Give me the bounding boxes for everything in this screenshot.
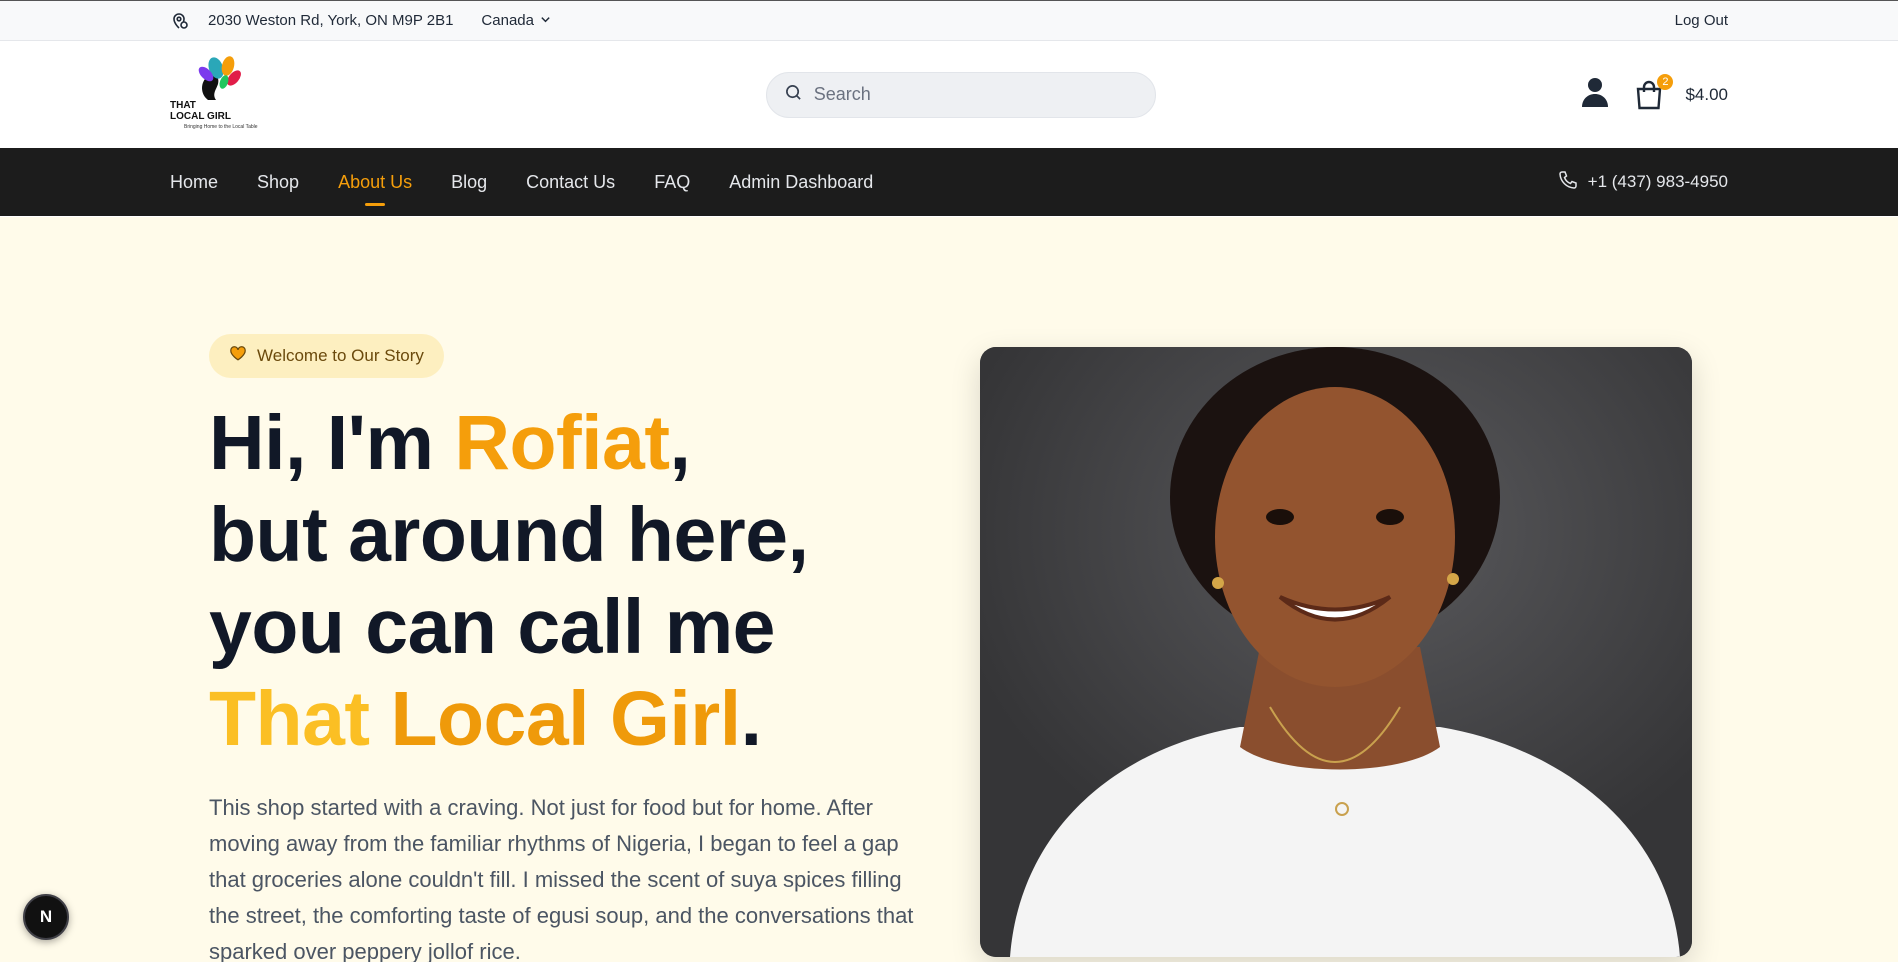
welcome-pill-label: Welcome to Our Story — [257, 346, 424, 365]
nav-home[interactable]: Home — [170, 172, 218, 193]
nav-faq[interactable]: FAQ — [654, 172, 690, 193]
founder-photo — [980, 347, 1692, 957]
phone-icon — [1558, 170, 1578, 195]
phone-link[interactable]: +1 (437) 983-4950 — [1558, 170, 1728, 195]
user-icon[interactable] — [1581, 77, 1609, 112]
country-selector[interactable]: Canada — [481, 12, 551, 29]
shopping-bag-icon — [1635, 80, 1663, 114]
logo-tagline: Bringing Home to the Local Table — [184, 123, 258, 130]
search-bar[interactable] — [765, 71, 1156, 118]
logout-link[interactable]: Log Out — [1675, 12, 1728, 29]
cart-button[interactable]: 2 — [1635, 73, 1674, 110]
cart-total[interactable]: $4.00 — [1685, 85, 1728, 105]
hero-headline: Hi, I'm Rofiat, but around here, you can… — [209, 400, 809, 762]
cart-count-badge: 2 — [1657, 73, 1674, 90]
welcome-pill: Welcome to Our Story — [209, 334, 444, 378]
store-address: 2030 Weston Rd, York, ON M9P 2B1 — [208, 12, 454, 29]
logo-text: THAT LOCAL GIRL — [170, 99, 231, 122]
chevron-down-icon — [540, 12, 551, 29]
headline-name: Rofiat — [454, 400, 670, 486]
nav-blog[interactable]: Blog — [451, 172, 487, 193]
page: 2030 Weston Rd, York, ON M9P 2B1 Canada … — [0, 0, 1898, 962]
headline-brand-that: That — [209, 676, 370, 762]
country-label: Canada — [481, 12, 534, 29]
main-nav: Home Shop About Us Blog Contact Us FAQ A… — [0, 148, 1898, 216]
site-logo[interactable]: THAT LOCAL GIRL Bringing Home to the Loc… — [170, 54, 258, 136]
search-input[interactable] — [813, 84, 1137, 105]
headline-brand-local-girl: Local Girl — [390, 676, 741, 762]
nav-admin-dashboard[interactable]: Admin Dashboard — [729, 172, 873, 193]
founder-portrait-illustration — [980, 347, 1692, 957]
nav-contact-us[interactable]: Contact Us — [526, 172, 615, 193]
nav-shop[interactable]: Shop — [257, 172, 299, 193]
top-utility-bar: 2030 Weston Rd, York, ON M9P 2B1 Canada … — [0, 1, 1898, 41]
logo-mark — [198, 55, 241, 100]
search-icon — [785, 84, 802, 106]
heart-icon — [229, 345, 247, 367]
phone-number: +1 (437) 983-4950 — [1587, 172, 1728, 191]
story-paragraph: This shop started with a craving. Not ju… — [209, 795, 914, 962]
about-hero-section: Welcome to Our Story Hi, I'm Rofiat, but… — [0, 217, 1898, 962]
nav-about-us[interactable]: About Us — [338, 172, 412, 193]
floating-n-badge[interactable]: N — [23, 894, 69, 940]
map-pin-icon — [170, 11, 190, 31]
site-header: THAT LOCAL GIRL Bringing Home to the Loc… — [0, 41, 1898, 148]
